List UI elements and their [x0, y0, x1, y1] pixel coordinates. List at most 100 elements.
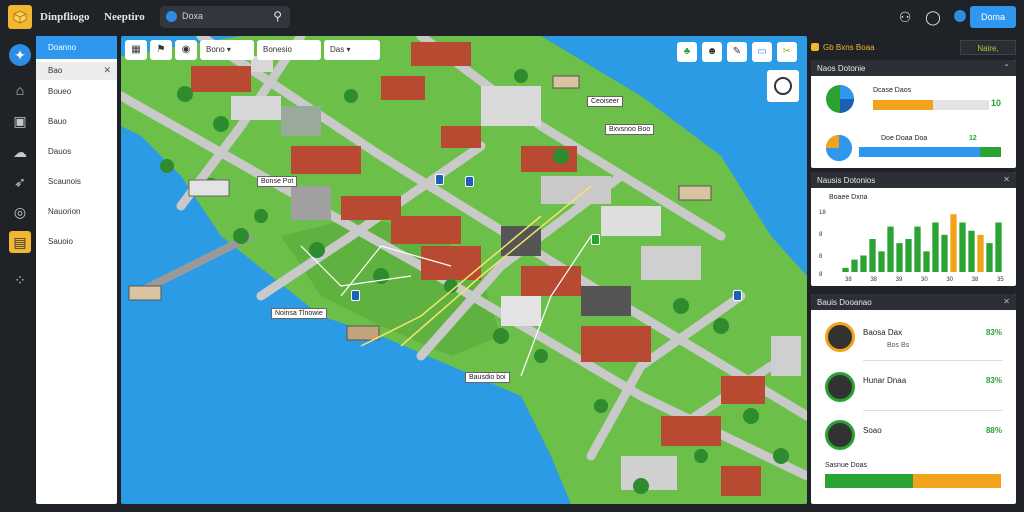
bar-chart[interactable]: 18 8 8 8 38 38 39 30 30 38 35 [811, 188, 1016, 286]
sidebar-item[interactable]: Sauoio [48, 237, 73, 246]
map-tools: ♣ ☻ ✎ ▭ ✂ [677, 42, 797, 62]
chart-bar[interactable] [842, 267, 849, 272]
chart-bar[interactable] [869, 239, 876, 272]
mask-icon[interactable]: ☻ [702, 42, 722, 62]
x-tick-label: 30 [946, 277, 953, 283]
chart-bar[interactable] [995, 222, 1002, 273]
top-bar: Dinpfliogo Neeptiro Doxa ⚲ ⚇ ◯ Doma [0, 0, 1024, 36]
pie-chart-icon [825, 134, 853, 162]
chart-bar[interactable] [968, 230, 975, 272]
close-icon[interactable]: ✕ [1003, 297, 1010, 306]
x-tick-label: 38 [870, 277, 877, 283]
map-pin-icon[interactable] [733, 290, 742, 301]
chart-bar[interactable] [905, 239, 912, 272]
avatar[interactable] [825, 372, 855, 402]
compass-icon[interactable]: ◎ [9, 201, 31, 223]
help-icon[interactable]: ◯ [924, 8, 942, 26]
map-canvas[interactable] [121, 36, 807, 504]
sidebar-item[interactable]: Dauos [48, 147, 71, 156]
chart-bar[interactable] [896, 243, 903, 272]
cloud-icon[interactable]: ☁ [9, 141, 31, 163]
app-logo-icon[interactable] [8, 5, 32, 29]
search-icon[interactable]: ⚲ [273, 9, 282, 23]
close-icon[interactable]: ✕ [1003, 175, 1010, 184]
pie-chart-icon [826, 85, 854, 113]
chart-bar[interactable] [851, 259, 858, 272]
sidebar-header[interactable]: Doanno [36, 36, 117, 59]
progress-bar [859, 147, 1001, 157]
avatar[interactable] [825, 420, 855, 450]
map-pin-icon[interactable] [465, 176, 474, 187]
close-icon[interactable]: ✕ [103, 65, 111, 76]
footer-label: Sasnue Doas [825, 462, 868, 469]
document-icon[interactable]: ▭ [752, 42, 772, 62]
user-percent: 88% [985, 426, 1002, 435]
chart-icon[interactable]: ▣ [9, 110, 31, 132]
map-view-dropdown[interactable]: Das ▾ [324, 40, 380, 60]
section-icon [811, 43, 819, 51]
map-pin-icon[interactable] [351, 290, 360, 301]
status-chip[interactable]: Naire, [960, 40, 1016, 55]
user-sub: Bos Bs [887, 342, 910, 349]
app-window: Dinpfliogo Neeptiro Doxa ⚲ ⚇ ◯ Doma ✦ ⌂ … [0, 0, 1024, 512]
chart-bar[interactable] [887, 226, 894, 272]
chart-bar[interactable] [959, 222, 966, 273]
chart-bar[interactable] [977, 234, 984, 272]
right-section-title: Gb Bxns Boaa [811, 40, 875, 54]
chart-bar[interactable] [950, 214, 957, 272]
panel-title: Nausis Dotonios ✕ [811, 172, 1016, 188]
rocket-icon[interactable]: ➶ [9, 171, 31, 193]
chart-bar[interactable] [878, 251, 885, 272]
compass-icon[interactable] [767, 70, 799, 102]
chart-bar[interactable] [914, 226, 921, 272]
x-tick-label: 35 [997, 277, 1004, 283]
camera-icon[interactable]: ◉ [175, 40, 197, 60]
user-percent: 83% [985, 328, 1002, 337]
signup-button[interactable]: Doma [970, 6, 1016, 28]
layers-icon[interactable]: ▦ [125, 40, 147, 60]
user-name: Hunar Dnaa [863, 376, 907, 385]
map-label[interactable]: Bausdio boi [465, 372, 510, 383]
user-icon[interactable]: ⚇ [896, 8, 914, 26]
pin-icon[interactable]: ⚑ [150, 40, 172, 60]
map-pin-icon[interactable] [591, 234, 600, 245]
users-panel: Bauis Dooanao ✕ Baosa Dax Bos Bs 83% Hun… [811, 294, 1016, 504]
x-tick-label: 38 [845, 277, 852, 283]
sidebar-panel: Doanno Bao ✕ Boueo Bauo Dauos Scaunois N… [36, 36, 117, 504]
map-label[interactable]: Bxvsnoo Boo [605, 124, 655, 135]
map-label[interactable]: Bonse Pot [257, 176, 298, 187]
home-icon[interactable]: ⌂ [9, 79, 31, 101]
chart-bar[interactable] [932, 222, 939, 273]
map-layer-dropdown[interactable]: Bonesio [257, 40, 321, 60]
map-label[interactable]: Ceoiseer [587, 96, 624, 107]
search-input[interactable]: Doxa [182, 11, 203, 21]
search-bar[interactable]: Doxa ⚲ [160, 6, 290, 28]
collapse-icon[interactable]: ⌃ [1003, 63, 1010, 72]
map-pin-icon[interactable] [435, 174, 444, 185]
map-toolbar: ▦ ⚑ ◉ Bono ▾ Bonesio Das ▾ [125, 40, 380, 62]
sidebar-item[interactable]: Nauorion [48, 207, 80, 216]
more-icon[interactable]: ⁘ [9, 269, 31, 291]
panel-title: Naos Dotonie ⌃ [811, 60, 1016, 76]
chart-bar[interactable] [860, 255, 867, 273]
folder-icon[interactable]: ▤ [9, 231, 31, 253]
map-filter-dropdown[interactable]: Bono ▾ [200, 40, 254, 60]
sidebar-item[interactable]: Bauo [48, 117, 67, 126]
avatar[interactable] [825, 322, 855, 352]
tree-icon[interactable]: ♣ [677, 42, 697, 62]
status-icon [954, 10, 966, 22]
sidebar-item[interactable]: Boueo [48, 87, 71, 96]
sidebar-item[interactable]: Scaunois [48, 177, 81, 186]
globe-icon[interactable]: ✦ [9, 44, 31, 66]
map-label[interactable]: Noinsa Tlnowie [271, 308, 327, 319]
map-view[interactable]: ▦ ⚑ ◉ Bono ▾ Bonesio Das ▾ ♣ ☻ ✎ ▭ ✂ Noi… [121, 36, 807, 504]
chart-bar[interactable] [941, 234, 948, 272]
chart-bar[interactable] [923, 251, 930, 272]
tools-icon[interactable]: ✂ [777, 42, 797, 62]
bar-chart-panel: Nausis Dotonios ✕ Boaee Dxna 18 8 8 8 38 38 39… [811, 172, 1016, 286]
sidebar-selected-item[interactable]: Bao ✕ [36, 62, 117, 80]
progress-bar [825, 474, 1001, 488]
chart-bar[interactable] [986, 243, 993, 272]
x-tick-label: 30 [921, 277, 928, 283]
bookmark-icon[interactable]: ✎ [727, 42, 747, 62]
